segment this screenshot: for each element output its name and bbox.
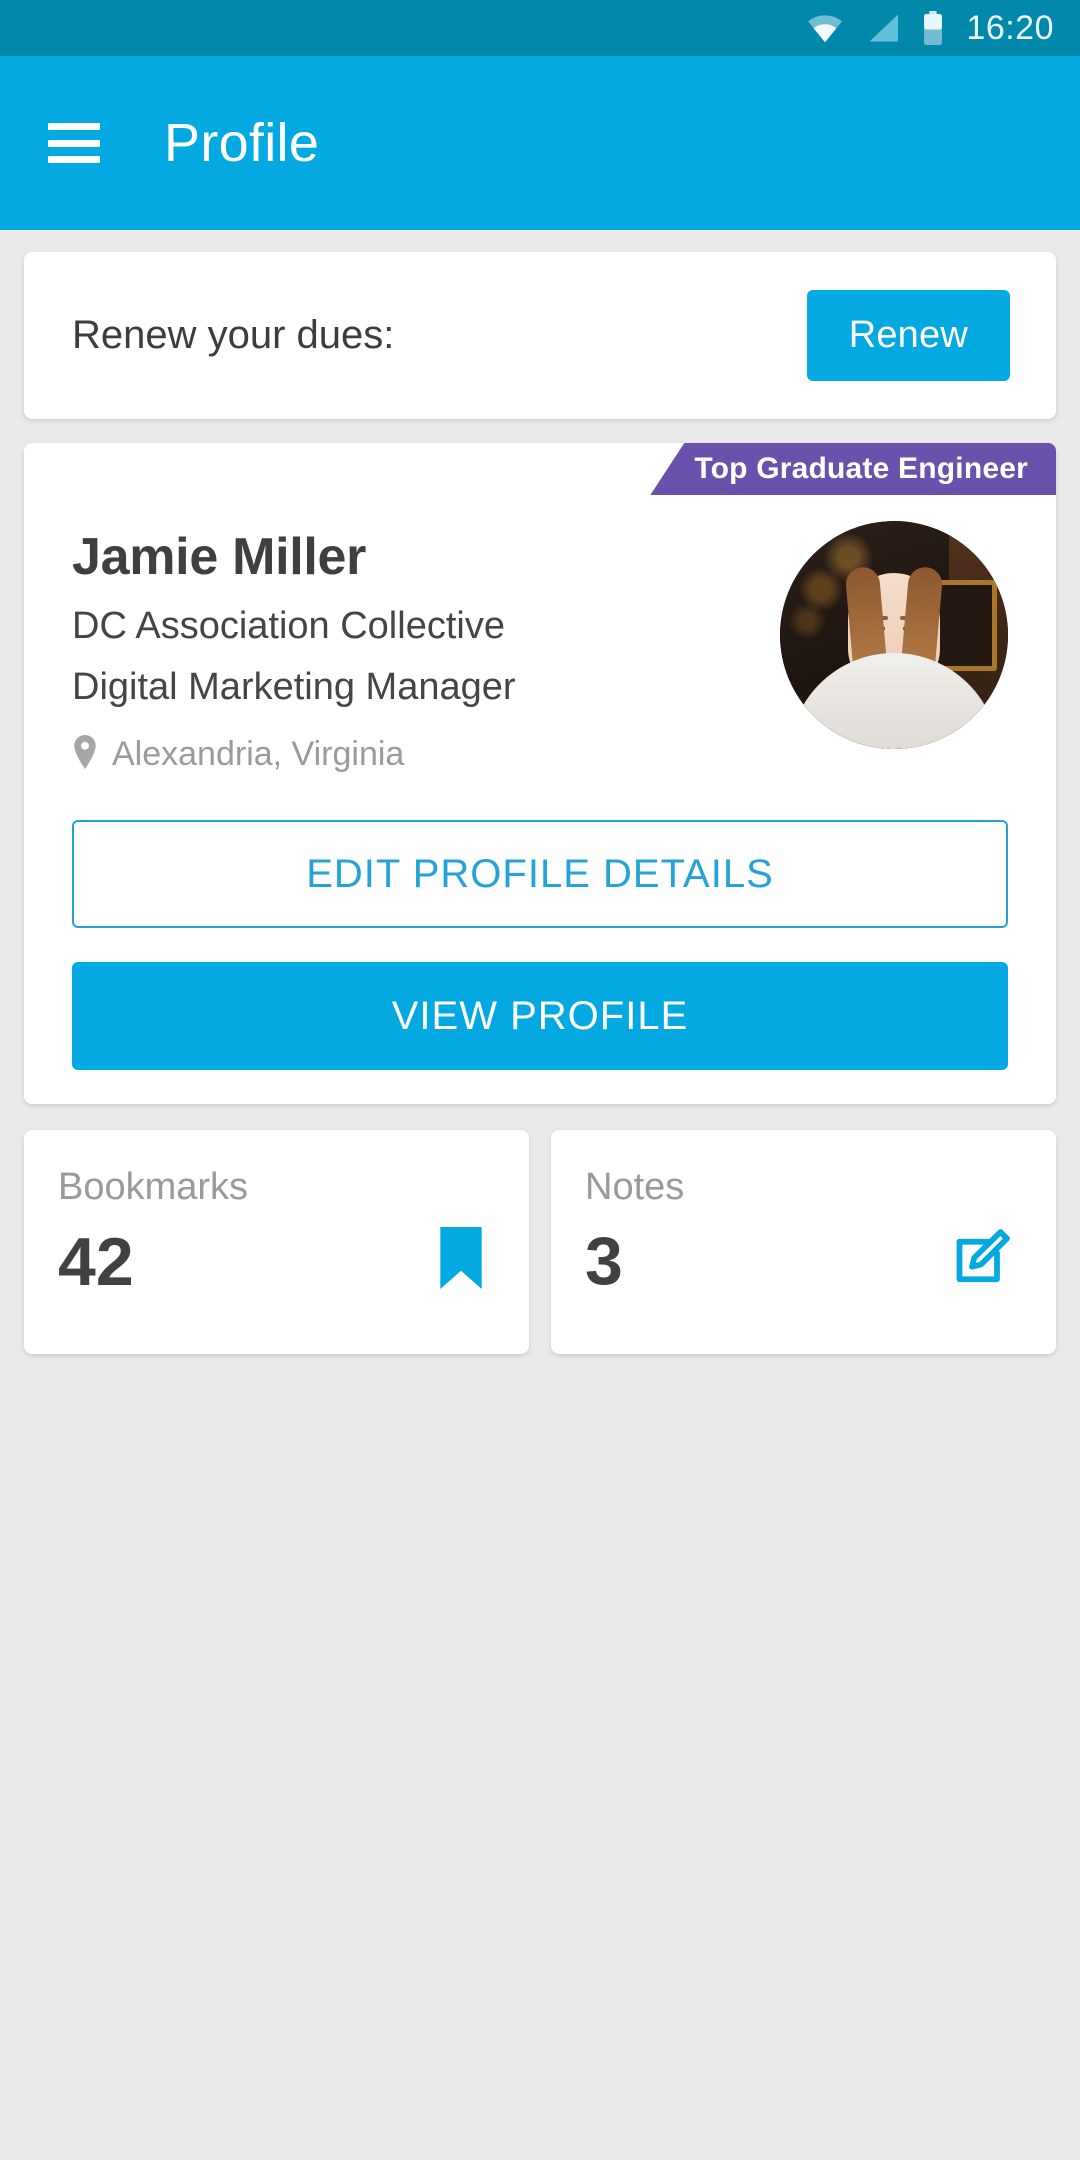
status-badge: Top Graduate Engineer xyxy=(650,443,1056,495)
profile-text-block: Jamie Miller DC Association Collective D… xyxy=(72,517,760,774)
wifi-icon xyxy=(806,13,844,43)
stat-card-notes[interactable]: Notes 3 xyxy=(551,1130,1056,1354)
page-title: Profile xyxy=(164,113,320,173)
profile-location: Alexandria, Virginia xyxy=(72,735,760,774)
renew-dues-card: Renew your dues: Renew xyxy=(24,252,1056,419)
stat-value: 42 xyxy=(58,1224,134,1300)
stats-row: Bookmarks 42 Notes 3 xyxy=(24,1130,1056,1354)
profile-role: Digital Marketing Manager xyxy=(72,666,516,708)
hamburger-menu-icon[interactable] xyxy=(48,123,100,163)
avatar xyxy=(780,521,1008,749)
edit-note-icon xyxy=(952,1228,1012,1293)
bookmark-icon xyxy=(437,1227,485,1294)
edit-profile-details-button[interactable]: EDIT PROFILE DETAILS xyxy=(72,820,1008,928)
profile-card: Top Graduate Engineer Jamie Miller DC As… xyxy=(24,443,1056,1104)
profile-name: Jamie Miller xyxy=(72,528,367,586)
cellular-signal-icon xyxy=(866,13,900,43)
renew-dues-label: Renew your dues: xyxy=(72,313,395,357)
status-bar: 16:20 xyxy=(0,0,1080,56)
stat-value: 3 xyxy=(585,1223,623,1299)
view-profile-button[interactable]: VIEW PROFILE xyxy=(72,962,1008,1070)
stat-label: Bookmarks xyxy=(58,1166,249,1208)
profile-actions: EDIT PROFILE DETAILS VIEW PROFILE xyxy=(24,774,1056,1070)
app-bar: Profile xyxy=(0,56,1080,230)
stat-card-bookmarks[interactable]: Bookmarks 42 xyxy=(24,1130,529,1354)
status-time: 16:20 xyxy=(966,8,1054,47)
battery-icon xyxy=(922,11,944,45)
profile-organization: DC Association Collective xyxy=(72,605,505,647)
map-pin-icon xyxy=(72,735,98,774)
page-content: Renew your dues: Renew Top Graduate Engi… xyxy=(0,230,1080,1354)
profile-location-text: Alexandria, Virginia xyxy=(112,735,405,773)
renew-button[interactable]: Renew xyxy=(806,290,1010,381)
stat-label: Notes xyxy=(585,1166,685,1208)
